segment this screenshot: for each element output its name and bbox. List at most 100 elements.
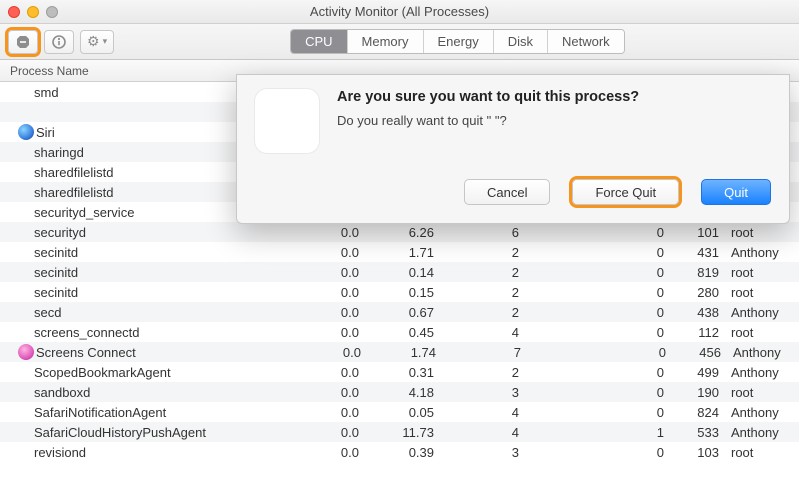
chevron-down-icon: ▾ [103,36,108,47]
column-process-name[interactable]: Process Name [10,64,89,78]
cell: 1 [519,425,664,440]
cell: 0.0 [304,405,359,420]
tab-network[interactable]: Network [548,30,624,53]
cell: 0 [521,345,666,360]
cell: 2 [434,265,519,280]
cell: 819 [664,265,719,280]
cell: 190 [664,385,719,400]
cell: 499 [664,365,719,380]
process-app-icon [18,243,32,261]
table-row[interactable]: secinitd0.00.1420819root [0,262,799,282]
tab-disk[interactable]: Disk [494,30,548,53]
process-app-icon [18,163,32,181]
cell: 0.0 [306,345,361,360]
process-app-icon [18,203,32,221]
cell: 2 [434,305,519,320]
cell-user: root [719,285,799,300]
process-app-icon [18,443,32,461]
tab-memory[interactable]: Memory [348,30,424,53]
cell: 0.14 [359,265,434,280]
process-name: secinitd [34,265,304,280]
process-name: revisiond [34,445,304,460]
process-name: secinitd [34,285,304,300]
cell-user: Anthony [721,345,799,360]
table-row[interactable]: sandboxd0.04.1830190root [0,382,799,402]
app-icon [255,89,319,153]
table-row[interactable]: secinitd0.00.1520280root [0,282,799,302]
gear-icon: ⚙ [87,33,100,50]
cell: 4.18 [359,385,434,400]
cell: 0.0 [304,285,359,300]
toolbar-left-group: ⚙ ▾ [8,30,114,54]
cell: 2 [434,285,519,300]
settings-menu-button[interactable]: ⚙ ▾ [80,30,114,54]
force-quit-button[interactable]: Force Quit [572,179,679,205]
process-name: secinitd [34,245,304,260]
cell: 4 [434,405,519,420]
cell: 7 [436,345,521,360]
cell: 0.31 [359,365,434,380]
process-app-icon [18,183,32,201]
process-app-icon [18,123,34,141]
view-tabs: CPU Memory Energy Disk Network [290,29,625,54]
cell-user: Anthony [719,405,799,420]
process-app-icon [18,263,32,281]
cell-user: root [719,325,799,340]
process-name: secd [34,305,304,320]
quit-button[interactable]: Quit [701,179,771,205]
process-app-icon [18,103,32,121]
cell: 0.45 [359,325,434,340]
cell: 0 [519,225,664,240]
table-row[interactable]: revisiond0.00.3930103root [0,442,799,462]
table-row[interactable]: Screens Connect0.01.7470456Anthony [0,342,799,362]
cell-user: root [719,225,799,240]
cell: 6 [434,225,519,240]
cell: 4 [434,325,519,340]
cell: 0.0 [304,325,359,340]
cell: 533 [664,425,719,440]
cell-user: Anthony [719,425,799,440]
cancel-button[interactable]: Cancel [464,179,550,205]
cell: 0.39 [359,445,434,460]
cell-user: root [719,385,799,400]
stop-process-button[interactable] [8,30,38,54]
cell: 1.71 [359,245,434,260]
table-row[interactable]: SafariNotificationAgent0.00.0540824Antho… [0,402,799,422]
cell: 0 [519,325,664,340]
cell: 0.0 [304,245,359,260]
process-app-icon [18,223,32,241]
cell-user: root [719,445,799,460]
table-row[interactable]: securityd0.06.2660101root [0,222,799,242]
process-name: SafariCloudHistoryPushAgent [34,425,304,440]
inspect-process-button[interactable] [44,30,74,54]
process-name: securityd [34,225,304,240]
cell: 824 [664,405,719,420]
process-name: ScopedBookmarkAgent [34,365,304,380]
table-row[interactable]: SafariCloudHistoryPushAgent0.011.7341533… [0,422,799,442]
cell: 0 [519,385,664,400]
process-app-icon [18,303,32,321]
quit-dialog: Are you sure you want to quit this proce… [236,74,790,224]
tab-energy[interactable]: Energy [424,30,494,53]
cell: 0 [519,445,664,460]
table-row[interactable]: secd0.00.6720438Anthony [0,302,799,322]
cell: 0 [519,405,664,420]
cell: 6.26 [359,225,434,240]
cell-user: Anthony [719,245,799,260]
process-name: screens_connectd [34,325,304,340]
table-row[interactable]: secinitd0.01.7120431Anthony [0,242,799,262]
table-row[interactable]: screens_connectd0.00.4540112root [0,322,799,342]
process-app-icon [18,423,32,441]
cell: 0 [519,305,664,320]
cell: 0.0 [304,305,359,320]
dialog-message: Do you really want to quit " "? [337,113,639,128]
process-name: SafariNotificationAgent [34,405,304,420]
process-app-icon [18,403,32,421]
cell: 438 [664,305,719,320]
cell-user: Anthony [719,365,799,380]
table-row[interactable]: ScopedBookmarkAgent0.00.3120499Anthony [0,362,799,382]
tab-cpu[interactable]: CPU [291,30,347,53]
dialog-message-prefix: Do you really want to quit " [337,113,491,128]
cell: 0.67 [359,305,434,320]
cell: 1.74 [361,345,436,360]
